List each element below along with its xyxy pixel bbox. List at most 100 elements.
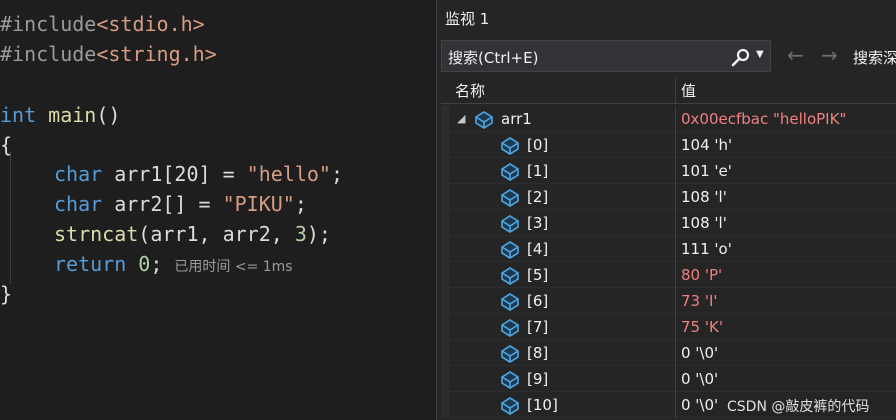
chevron-down-icon[interactable]: ▼ [756, 49, 764, 60]
forward-arrow-icon[interactable]: → [821, 43, 838, 67]
search-icon[interactable] [730, 47, 752, 67]
watch-row[interactable]: [3] 108 'l' [441, 210, 896, 236]
column-divider [675, 288, 676, 314]
code-line-1[interactable]: #include<stdio.h> [0, 9, 205, 39]
variable-name: [1] [527, 162, 549, 180]
code-line-open-brace[interactable]: { [0, 130, 12, 160]
variable-name: [7] [527, 318, 549, 336]
watch-row[interactable]: [5] 80 'P' [441, 262, 896, 288]
code-line-arr2[interactable]: char arr2[] = "PIKU"; [54, 189, 307, 219]
semicolon: ; [294, 192, 307, 216]
row-gutter [441, 132, 449, 158]
column-divider [675, 184, 676, 210]
code-line-arr1[interactable]: char arr1[20] = "hello"; [54, 159, 343, 189]
code-line-close-brace[interactable]: } [0, 279, 12, 309]
variable-value[interactable]: 108 'l' [681, 214, 727, 232]
variable-value[interactable]: 111 'o' [681, 240, 732, 258]
variable-value[interactable]: 104 'h' [681, 136, 732, 154]
watch-row[interactable]: [0] 104 'h' [441, 132, 896, 158]
code-editor[interactable]: #include<stdio.h> #include<string.h> int… [0, 0, 436, 420]
number-literal: 3 [294, 222, 307, 246]
code-line-strncat[interactable]: strncat(arr1, arr2, 3); [54, 219, 331, 249]
include-header: <stdio.h> [96, 12, 205, 36]
column-divider [675, 210, 676, 236]
row-gutter [441, 158, 449, 184]
watch-row[interactable]: [7] 75 'K' [441, 314, 896, 340]
row-gutter [441, 288, 449, 314]
column-header-name[interactable]: 名称 [455, 80, 485, 101]
watch-title: 监视 1 [445, 10, 490, 28]
expand-arrow-icon[interactable]: ◢ [457, 112, 465, 125]
variable-value[interactable]: 80 'P' [681, 266, 722, 284]
row-gutter [441, 366, 449, 392]
function-name: main [48, 103, 97, 127]
row-gutter [441, 340, 449, 366]
variable-icon [501, 371, 519, 389]
variable-value[interactable]: 73 'I' [681, 292, 718, 310]
variable-icon [501, 137, 519, 155]
row-gutter [441, 184, 449, 210]
column-divider [675, 392, 676, 418]
variable-value[interactable]: 75 'K' [681, 318, 723, 336]
search-field[interactable]: 搜索(Ctrl+E) ▼ [441, 40, 771, 72]
include-header: <string.h> [96, 42, 217, 66]
variable-icon [501, 241, 519, 259]
semicolon: ; [330, 162, 344, 186]
variable-name: [0] [527, 136, 549, 154]
code-line-main[interactable]: int main() [0, 100, 120, 130]
column-header-value[interactable]: 值 [681, 80, 696, 101]
column-divider [675, 340, 676, 366]
declaration: arr2[] = [114, 192, 223, 216]
arguments-end: ); [306, 222, 331, 246]
code-line-2[interactable]: #include<string.h> [0, 39, 217, 69]
keyword: return [54, 252, 127, 276]
column-divider[interactable] [675, 78, 676, 104]
elapsed-time-hint: 已用时间 <= 1ms [174, 259, 293, 275]
include-directive: #include [0, 12, 97, 36]
variable-icon [501, 319, 519, 337]
watch-row[interactable]: [4] 111 'o' [441, 236, 896, 262]
variable-name: [3] [527, 214, 549, 232]
search-input[interactable]: 搜索(Ctrl+E) [448, 47, 538, 68]
brace: } [0, 282, 13, 306]
row-gutter [441, 210, 449, 236]
variable-name: [5] [527, 266, 549, 284]
watch-row[interactable]: [6] 73 'I' [441, 288, 896, 314]
variable-icon [501, 397, 519, 415]
variable-icon [475, 111, 493, 129]
back-arrow-icon[interactable]: ← [787, 43, 804, 67]
watch-row[interactable]: [9] 0 '\0' [441, 366, 896, 392]
column-divider [675, 132, 676, 158]
keyword: int [0, 103, 37, 127]
variable-name: [2] [527, 188, 549, 206]
variable-value[interactable]: 108 'l' [681, 188, 727, 206]
parens: () [96, 103, 121, 127]
variable-value[interactable]: 0x00ecfbac "helloPIK" [681, 110, 846, 128]
variable-icon [501, 215, 519, 233]
watch-window: 监视 1 搜索(Ctrl+E) ▼ ← → 搜索深 名称 值 ◢ arr1 0x00… [436, 0, 896, 420]
include-directive: #include [0, 42, 97, 66]
row-gutter [441, 106, 449, 132]
search-depth-label[interactable]: 搜索深 [853, 47, 896, 68]
row-gutter [441, 314, 449, 340]
variable-value[interactable]: 101 'e' [681, 162, 732, 180]
variable-icon [501, 345, 519, 363]
variable-name: [9] [527, 370, 549, 388]
code-line-return[interactable]: return 0; 已用时间 <= 1ms [54, 249, 293, 279]
watch-grid-header: 名称 值 [441, 78, 896, 104]
declaration: arr1[20] = [114, 162, 247, 186]
watch-row[interactable]: [1] 101 'e' [441, 158, 896, 184]
watch-row[interactable]: [2] 108 'l' [441, 184, 896, 210]
watch-rows: ◢ arr1 0x00ecfbac "helloPIK" [0] 104 'h' [1] 1… [441, 106, 896, 418]
watch-row[interactable]: ◢ arr1 0x00ecfbac "helloPIK" [441, 106, 896, 132]
watch-row[interactable]: [8] 0 '\0' [441, 340, 896, 366]
variable-value[interactable]: 0 '\0' [681, 344, 718, 362]
string-literal: "PIKU" [222, 192, 295, 216]
column-divider [675, 106, 676, 132]
variable-icon [501, 163, 519, 181]
watermark: CSDN @敲皮裤的代码 [727, 396, 870, 416]
string-literal: "hello" [246, 162, 331, 186]
variable-value[interactable]: 0 '\0' [681, 370, 718, 388]
variable-value[interactable]: 0 '\0' [681, 396, 718, 414]
number-literal: 0 [138, 252, 151, 276]
